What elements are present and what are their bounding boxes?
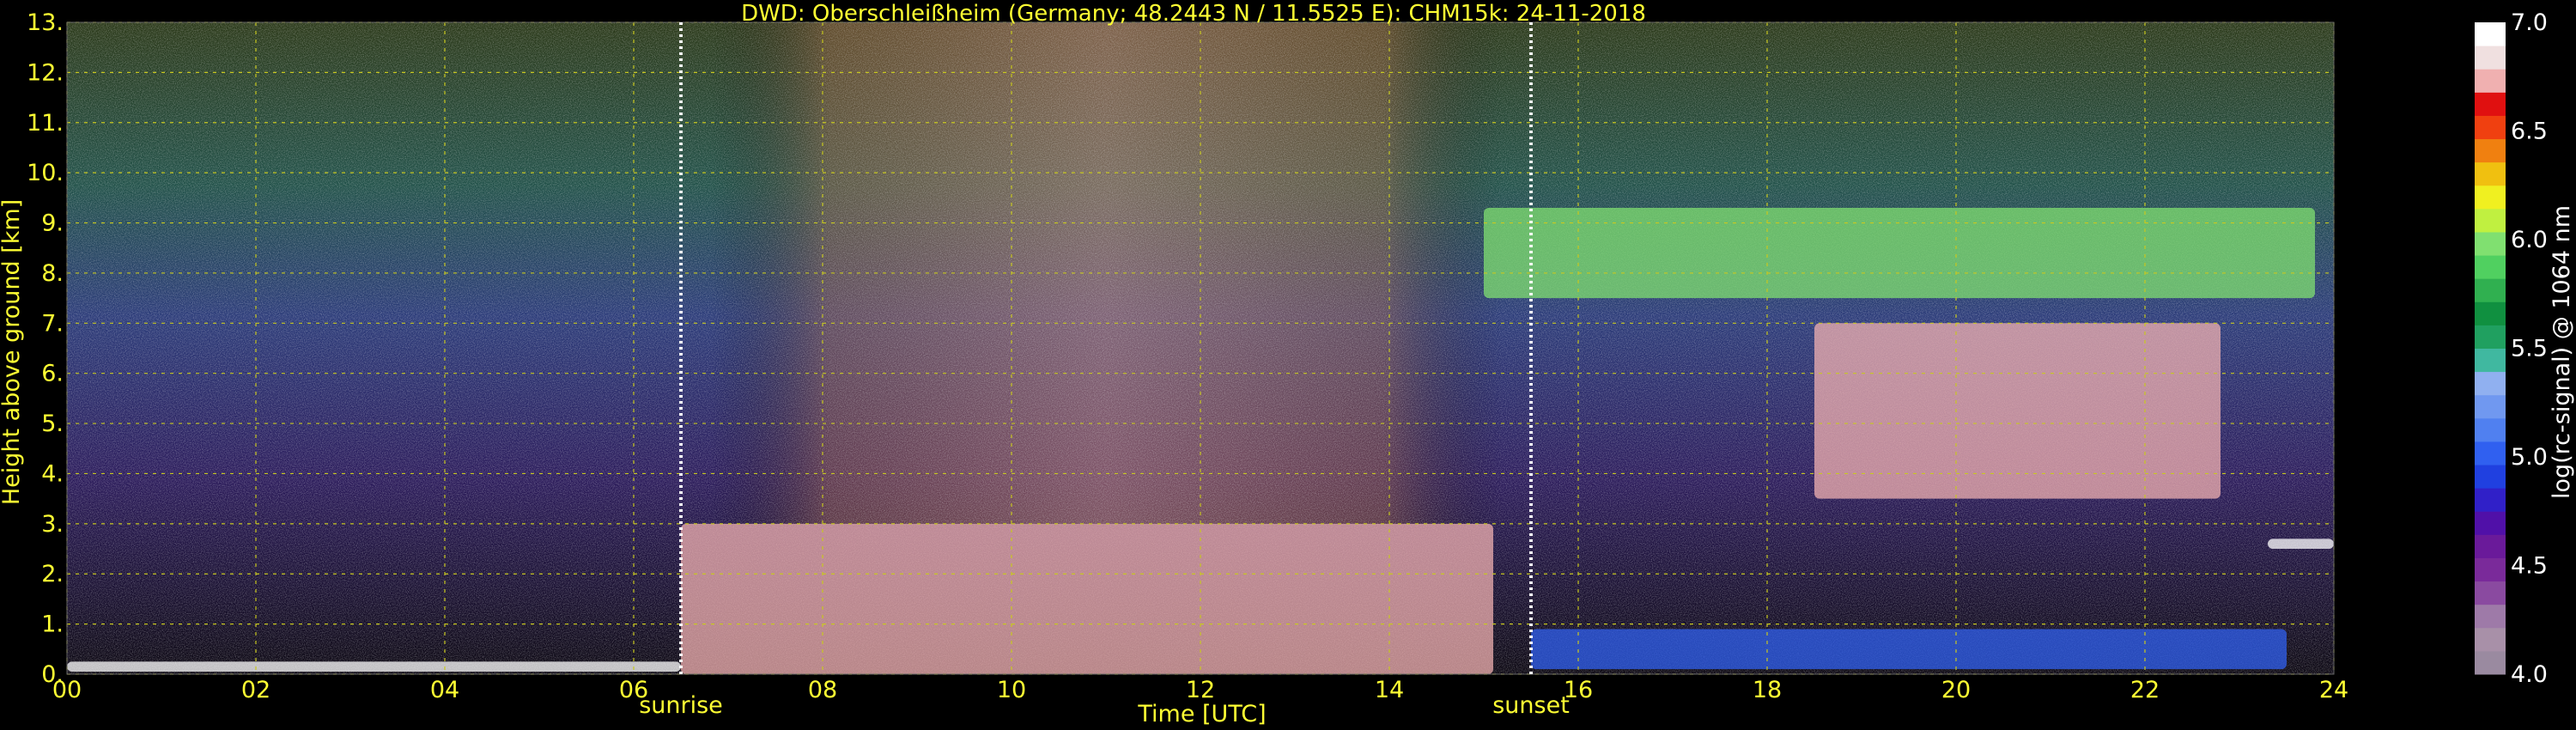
x-tick-label: 16 xyxy=(1564,677,1593,703)
y-tick-label: 5. xyxy=(41,411,64,437)
y-tick-label: 1. xyxy=(41,611,64,638)
y-tick-label: 10. xyxy=(27,160,64,186)
x-axis-label: Time [UTC] xyxy=(1137,701,1266,727)
x-tick-label: 20 xyxy=(1941,677,1971,703)
colorbar-segment xyxy=(2475,22,2506,46)
colorbar-segment xyxy=(2475,488,2506,512)
chart-title: DWD: Oberschleißheim (Germany; 48.2443 N… xyxy=(741,1,1646,27)
y-tick-label: 12. xyxy=(27,59,64,86)
colorbar-segment xyxy=(2475,650,2506,675)
colorbar-tick-label: 6.0 xyxy=(2511,227,2548,253)
x-tick-label: 10 xyxy=(997,677,1026,703)
layer-mid-level-cloud xyxy=(1814,323,2221,499)
layer-boundary-layer xyxy=(1531,629,2287,670)
x-tick-label: 04 xyxy=(430,677,459,703)
colorbar-segment xyxy=(2475,46,2506,70)
colorbar-segment xyxy=(2475,394,2506,419)
colorbar-segment xyxy=(2475,371,2506,396)
x-tick-label: 12 xyxy=(1186,677,1215,703)
colorbar-segment xyxy=(2475,92,2506,116)
y-tick-label: 6. xyxy=(41,361,64,387)
x-tick-label: 00 xyxy=(52,677,82,703)
colorbar-segment xyxy=(2475,185,2506,210)
colorbar-segment xyxy=(2475,325,2506,349)
marker-label-sunrise: sunrise xyxy=(639,692,723,719)
x-tick-label: 14 xyxy=(1375,677,1404,703)
marker-label-sunset: sunset xyxy=(1492,692,1570,719)
x-tick-label: 08 xyxy=(808,677,837,703)
layer-low-cloud-late xyxy=(2268,538,2334,550)
layer-cirrus xyxy=(1484,208,2315,299)
x-tick-label: 06 xyxy=(619,677,648,703)
colorbar-segment xyxy=(2475,557,2506,582)
layer-surface-layer xyxy=(67,661,681,672)
colorbar-segment xyxy=(2475,231,2506,256)
colorbar xyxy=(2475,22,2506,675)
colorbar-segment xyxy=(2475,115,2506,140)
colorbar-tick-label: 7.0 xyxy=(2511,9,2548,36)
x-tick-label: 24 xyxy=(2319,677,2348,703)
colorbar-tick-label: 4.5 xyxy=(2511,553,2548,580)
colorbar-tick-label: 5.0 xyxy=(2511,444,2548,471)
colorbar-segment xyxy=(2475,138,2506,163)
y-tick-labels: 0.1.2.3.4.5.6.7.8.9.10.11.12.13. xyxy=(27,9,64,688)
y-tick-label: 13. xyxy=(27,9,64,36)
colorbar-tick-label: 5.5 xyxy=(2511,336,2548,362)
colorbar-label: log(rc-signal) @ 1064 nm xyxy=(2549,205,2575,499)
y-tick-label: 2. xyxy=(41,561,64,587)
ceilometer-chart: sunrise sunset 0.1.2.3.4.5.6.7.8.9.10.11.… xyxy=(0,1,2575,727)
y-tick-label: 8. xyxy=(41,260,64,287)
colorbar-segment xyxy=(2475,534,2506,558)
y-tick-label: 11. xyxy=(27,110,64,137)
colorbar-segment xyxy=(2475,417,2506,442)
colorbar-tick-label: 6.5 xyxy=(2511,119,2548,145)
x-tick-label: 02 xyxy=(241,677,270,703)
colorbar-tick-labels: 4.0 4.5 5.0 5.5 6.0 6.5 7.0 xyxy=(2511,9,2548,688)
colorbar-segment xyxy=(2475,255,2506,279)
layer-low-cloud xyxy=(681,523,1493,674)
colorbar-tick-label: 4.0 xyxy=(2511,661,2548,688)
colorbar-segment xyxy=(2475,581,2506,605)
y-tick-label: 7. xyxy=(41,310,64,337)
x-tick-labels: 00 02 04 06 08 10 12 14 16 18 20 22 24 xyxy=(52,677,2348,703)
colorbar-segment xyxy=(2475,627,2506,652)
colorbar-segment xyxy=(2475,69,2506,93)
y-tick-label: 3. xyxy=(41,511,64,538)
y-axis-label: Height above ground [km] xyxy=(0,199,25,505)
x-tick-label: 18 xyxy=(1753,677,1782,703)
colorbar-segment xyxy=(2475,511,2506,535)
colorbar-segment xyxy=(2475,604,2506,629)
y-tick-label: 4. xyxy=(41,460,64,487)
x-tick-label: 22 xyxy=(2130,677,2160,703)
colorbar-segment xyxy=(2475,208,2506,233)
y-tick-label: 9. xyxy=(41,210,64,237)
colorbar-segment xyxy=(2475,161,2506,186)
colorbar-segment xyxy=(2475,278,2506,302)
colorbar-segment xyxy=(2475,441,2506,465)
colorbar-segment xyxy=(2475,301,2506,325)
colorbar-segment xyxy=(2475,348,2506,373)
colorbar-segment xyxy=(2475,465,2506,489)
